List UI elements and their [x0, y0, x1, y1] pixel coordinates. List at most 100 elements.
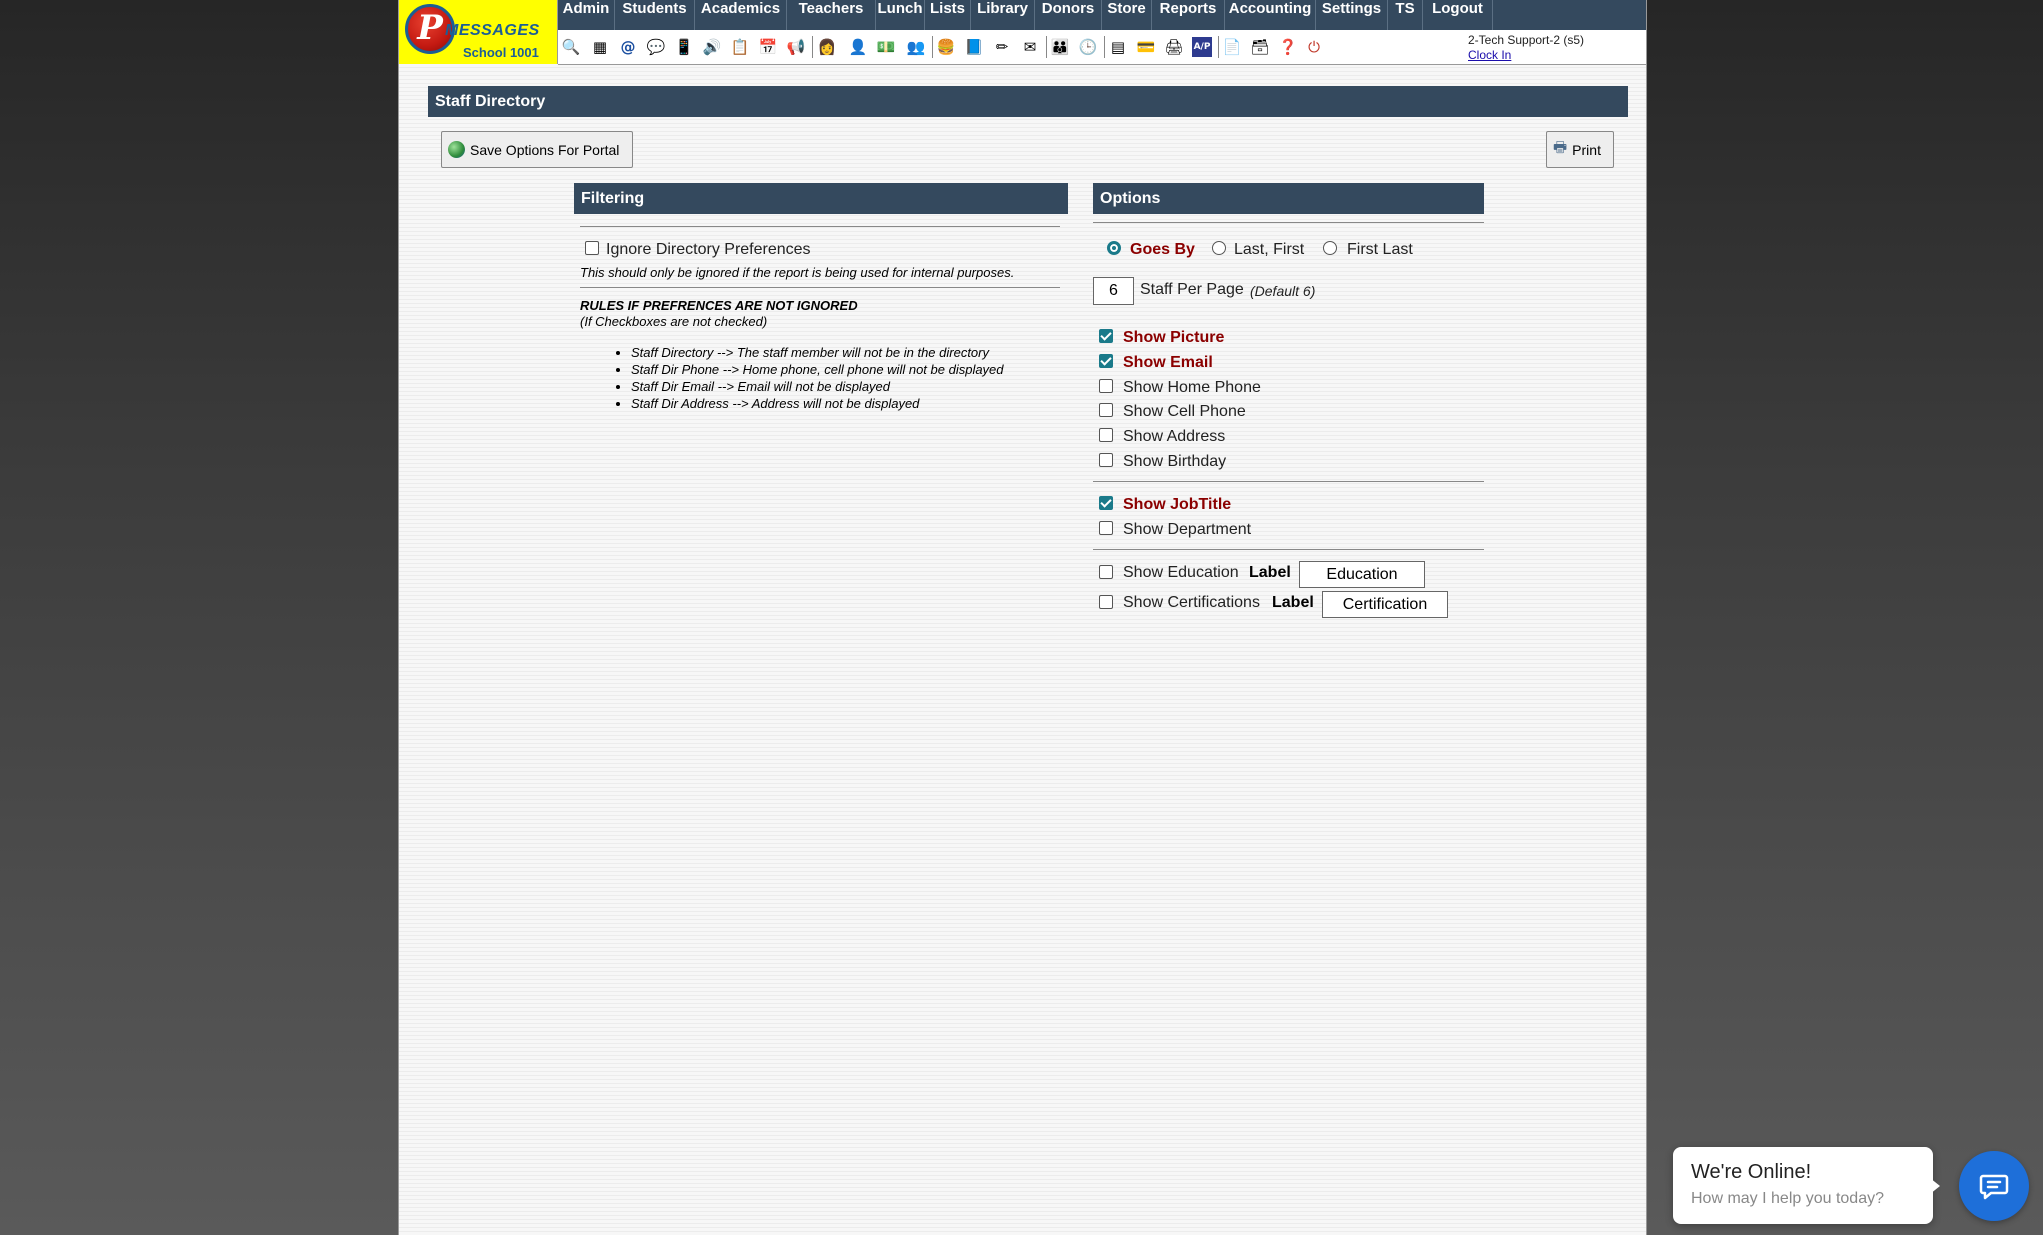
- globe-icon: [448, 141, 465, 158]
- rules-subtitle: (If Checkboxes are not checked): [580, 314, 768, 329]
- menu-ts[interactable]: TS: [1388, 0, 1423, 30]
- last-first-radio[interactable]: [1212, 241, 1226, 255]
- save-options-button[interactable]: Save Options For Portal: [441, 131, 633, 168]
- show-home-phone-checkbox[interactable]: [1099, 379, 1113, 393]
- menu-accounting[interactable]: Accounting: [1225, 0, 1316, 30]
- mail-icon[interactable]: ✉: [1020, 37, 1040, 57]
- menu-lunch[interactable]: Lunch: [876, 0, 925, 30]
- show-certifications-checkbox[interactable]: [1099, 595, 1113, 609]
- certifications-label-caption: Label: [1272, 594, 1314, 611]
- table-icon[interactable]: ▤: [1108, 37, 1128, 57]
- show-address-label: Show Address: [1123, 428, 1226, 445]
- megaphone-icon[interactable]: 📢: [786, 37, 806, 57]
- show-department-label: Show Department: [1123, 521, 1252, 538]
- divider: [1093, 222, 1484, 223]
- menu-reports[interactable]: Reports: [1152, 0, 1225, 30]
- show-education-checkbox[interactable]: [1099, 565, 1113, 579]
- ignore-preferences-checkbox[interactable]: [585, 241, 599, 255]
- print-button[interactable]: 🖶 Print: [1546, 131, 1614, 168]
- show-certifications-label: Show Certifications: [1123, 594, 1260, 611]
- toolbar-divider: [1218, 36, 1219, 58]
- email-at-icon[interactable]: @: [618, 37, 638, 57]
- speaker-icon[interactable]: 🔊: [702, 37, 722, 57]
- chat-bubble-tail: [1930, 1178, 1940, 1194]
- quick-icon-toolbar: 🔍 ▦ @ 💬 📱 🔊 📋 📅 📢 👩 👤 💵 👥 🍔 📘 ✏ ✉ 👪 🕒 ▤ …: [558, 30, 1646, 65]
- first-last-radio[interactable]: [1323, 241, 1337, 255]
- show-jobtitle-label: Show JobTitle: [1123, 496, 1232, 513]
- book-icon[interactable]: 📘: [964, 37, 984, 57]
- divider: [580, 226, 1060, 227]
- show-birthday-label: Show Birthday: [1123, 453, 1227, 470]
- pencil-icon[interactable]: ✏: [992, 37, 1012, 57]
- teacher-icon[interactable]: 👩: [817, 37, 837, 57]
- clock-icon[interactable]: 🕒: [1078, 37, 1098, 57]
- school-logo[interactable]: P MESSAGES School 1001: [399, 0, 558, 64]
- chat-greeting-bubble[interactable]: We're Online! How may I help you today?: [1673, 1147, 1933, 1224]
- calendar-icon[interactable]: 📅: [758, 37, 778, 57]
- goes-by-radio[interactable]: [1107, 241, 1121, 255]
- rule-item: Staff Dir Address --> Address will not b…: [631, 395, 1004, 412]
- save-options-label: Save Options For Portal: [470, 141, 620, 158]
- help-icon[interactable]: ❓: [1278, 37, 1298, 57]
- toolbar-divider: [1046, 36, 1047, 58]
- printer-queue-icon[interactable]: 🖨: [1164, 37, 1184, 57]
- filtering-header: Filtering: [574, 183, 1068, 214]
- menu-library[interactable]: Library: [971, 0, 1035, 30]
- ignore-note: This should only be ignored if the repor…: [580, 265, 1015, 280]
- staff-per-page-input[interactable]: [1093, 277, 1134, 305]
- chat-icon[interactable]: 💬: [646, 37, 666, 57]
- goes-by-label: Goes By: [1130, 241, 1195, 258]
- rule-item: Staff Dir Phone --> Home phone, cell pho…: [631, 361, 1004, 378]
- print-label: Print: [1572, 141, 1601, 158]
- menu-academics[interactable]: Academics: [695, 0, 787, 30]
- show-birthday-checkbox[interactable]: [1099, 453, 1113, 467]
- menu-logout[interactable]: Logout: [1423, 0, 1493, 30]
- calendar-grid-icon[interactable]: ▦: [590, 37, 610, 57]
- money-icon[interactable]: 💵: [876, 37, 896, 57]
- mobile-phone-icon[interactable]: 📱: [674, 37, 694, 57]
- toolbar-divider: [1104, 36, 1105, 58]
- cash-register-icon[interactable]: 🗃: [1250, 37, 1270, 57]
- show-cell-phone-checkbox[interactable]: [1099, 403, 1113, 417]
- show-email-checkbox[interactable]: [1099, 354, 1113, 368]
- lunch-icon[interactable]: 🍔: [936, 37, 956, 57]
- education-label-caption: Label: [1249, 564, 1291, 581]
- show-address-checkbox[interactable]: [1099, 428, 1113, 442]
- menu-students[interactable]: Students: [615, 0, 695, 30]
- show-picture-label: Show Picture: [1123, 329, 1225, 346]
- menu-lists[interactable]: Lists: [925, 0, 971, 30]
- chat-launcher-button[interactable]: [1959, 1151, 2029, 1221]
- rule-item: Staff Directory --> The staff member wil…: [631, 344, 1004, 361]
- staff-per-page-default: (Default 6): [1250, 283, 1316, 299]
- card-icon[interactable]: 💳: [1136, 37, 1156, 57]
- page-title: Staff Directory: [428, 86, 1628, 117]
- menu-admin[interactable]: Admin: [558, 0, 615, 30]
- search-icon[interactable]: 🔍: [561, 37, 581, 57]
- menu-donors[interactable]: Donors: [1035, 0, 1102, 30]
- report-icon[interactable]: 📋: [730, 37, 750, 57]
- pdf-icon[interactable]: 📄: [1222, 37, 1242, 57]
- group-icon[interactable]: 👪: [1050, 37, 1070, 57]
- menu-store[interactable]: Store: [1102, 0, 1152, 30]
- menu-settings[interactable]: Settings: [1316, 0, 1388, 30]
- show-email-label: Show Email: [1123, 354, 1213, 371]
- student-icon[interactable]: 👤: [848, 37, 868, 57]
- education-label-input[interactable]: [1299, 561, 1425, 588]
- rule-item: Staff Dir Email --> Email will not be di…: [631, 378, 1004, 395]
- users-icon[interactable]: 👥: [906, 37, 926, 57]
- toolbar-divider: [932, 36, 933, 58]
- show-jobtitle-checkbox[interactable]: [1099, 496, 1113, 510]
- power-icon[interactable]: ⏻: [1304, 37, 1324, 57]
- show-education-label: Show Education: [1123, 564, 1239, 581]
- last-first-label: Last, First: [1234, 241, 1305, 258]
- user-name: 2-Tech Support-2 (s5): [1468, 33, 1585, 47]
- show-picture-checkbox[interactable]: [1099, 329, 1113, 343]
- menu-teachers[interactable]: Teachers: [787, 0, 876, 30]
- page-container: P MESSAGES School 1001 Admin Students Ac…: [398, 0, 1647, 1235]
- chat-subtitle: How may I help you today?: [1691, 1190, 1884, 1207]
- ap-icon[interactable]: A/P: [1192, 37, 1212, 57]
- certifications-label-input[interactable]: [1322, 591, 1448, 618]
- show-department-checkbox[interactable]: [1099, 521, 1113, 535]
- toolbar-divider: [812, 36, 813, 58]
- clock-in-link[interactable]: Clock In: [1468, 48, 1511, 62]
